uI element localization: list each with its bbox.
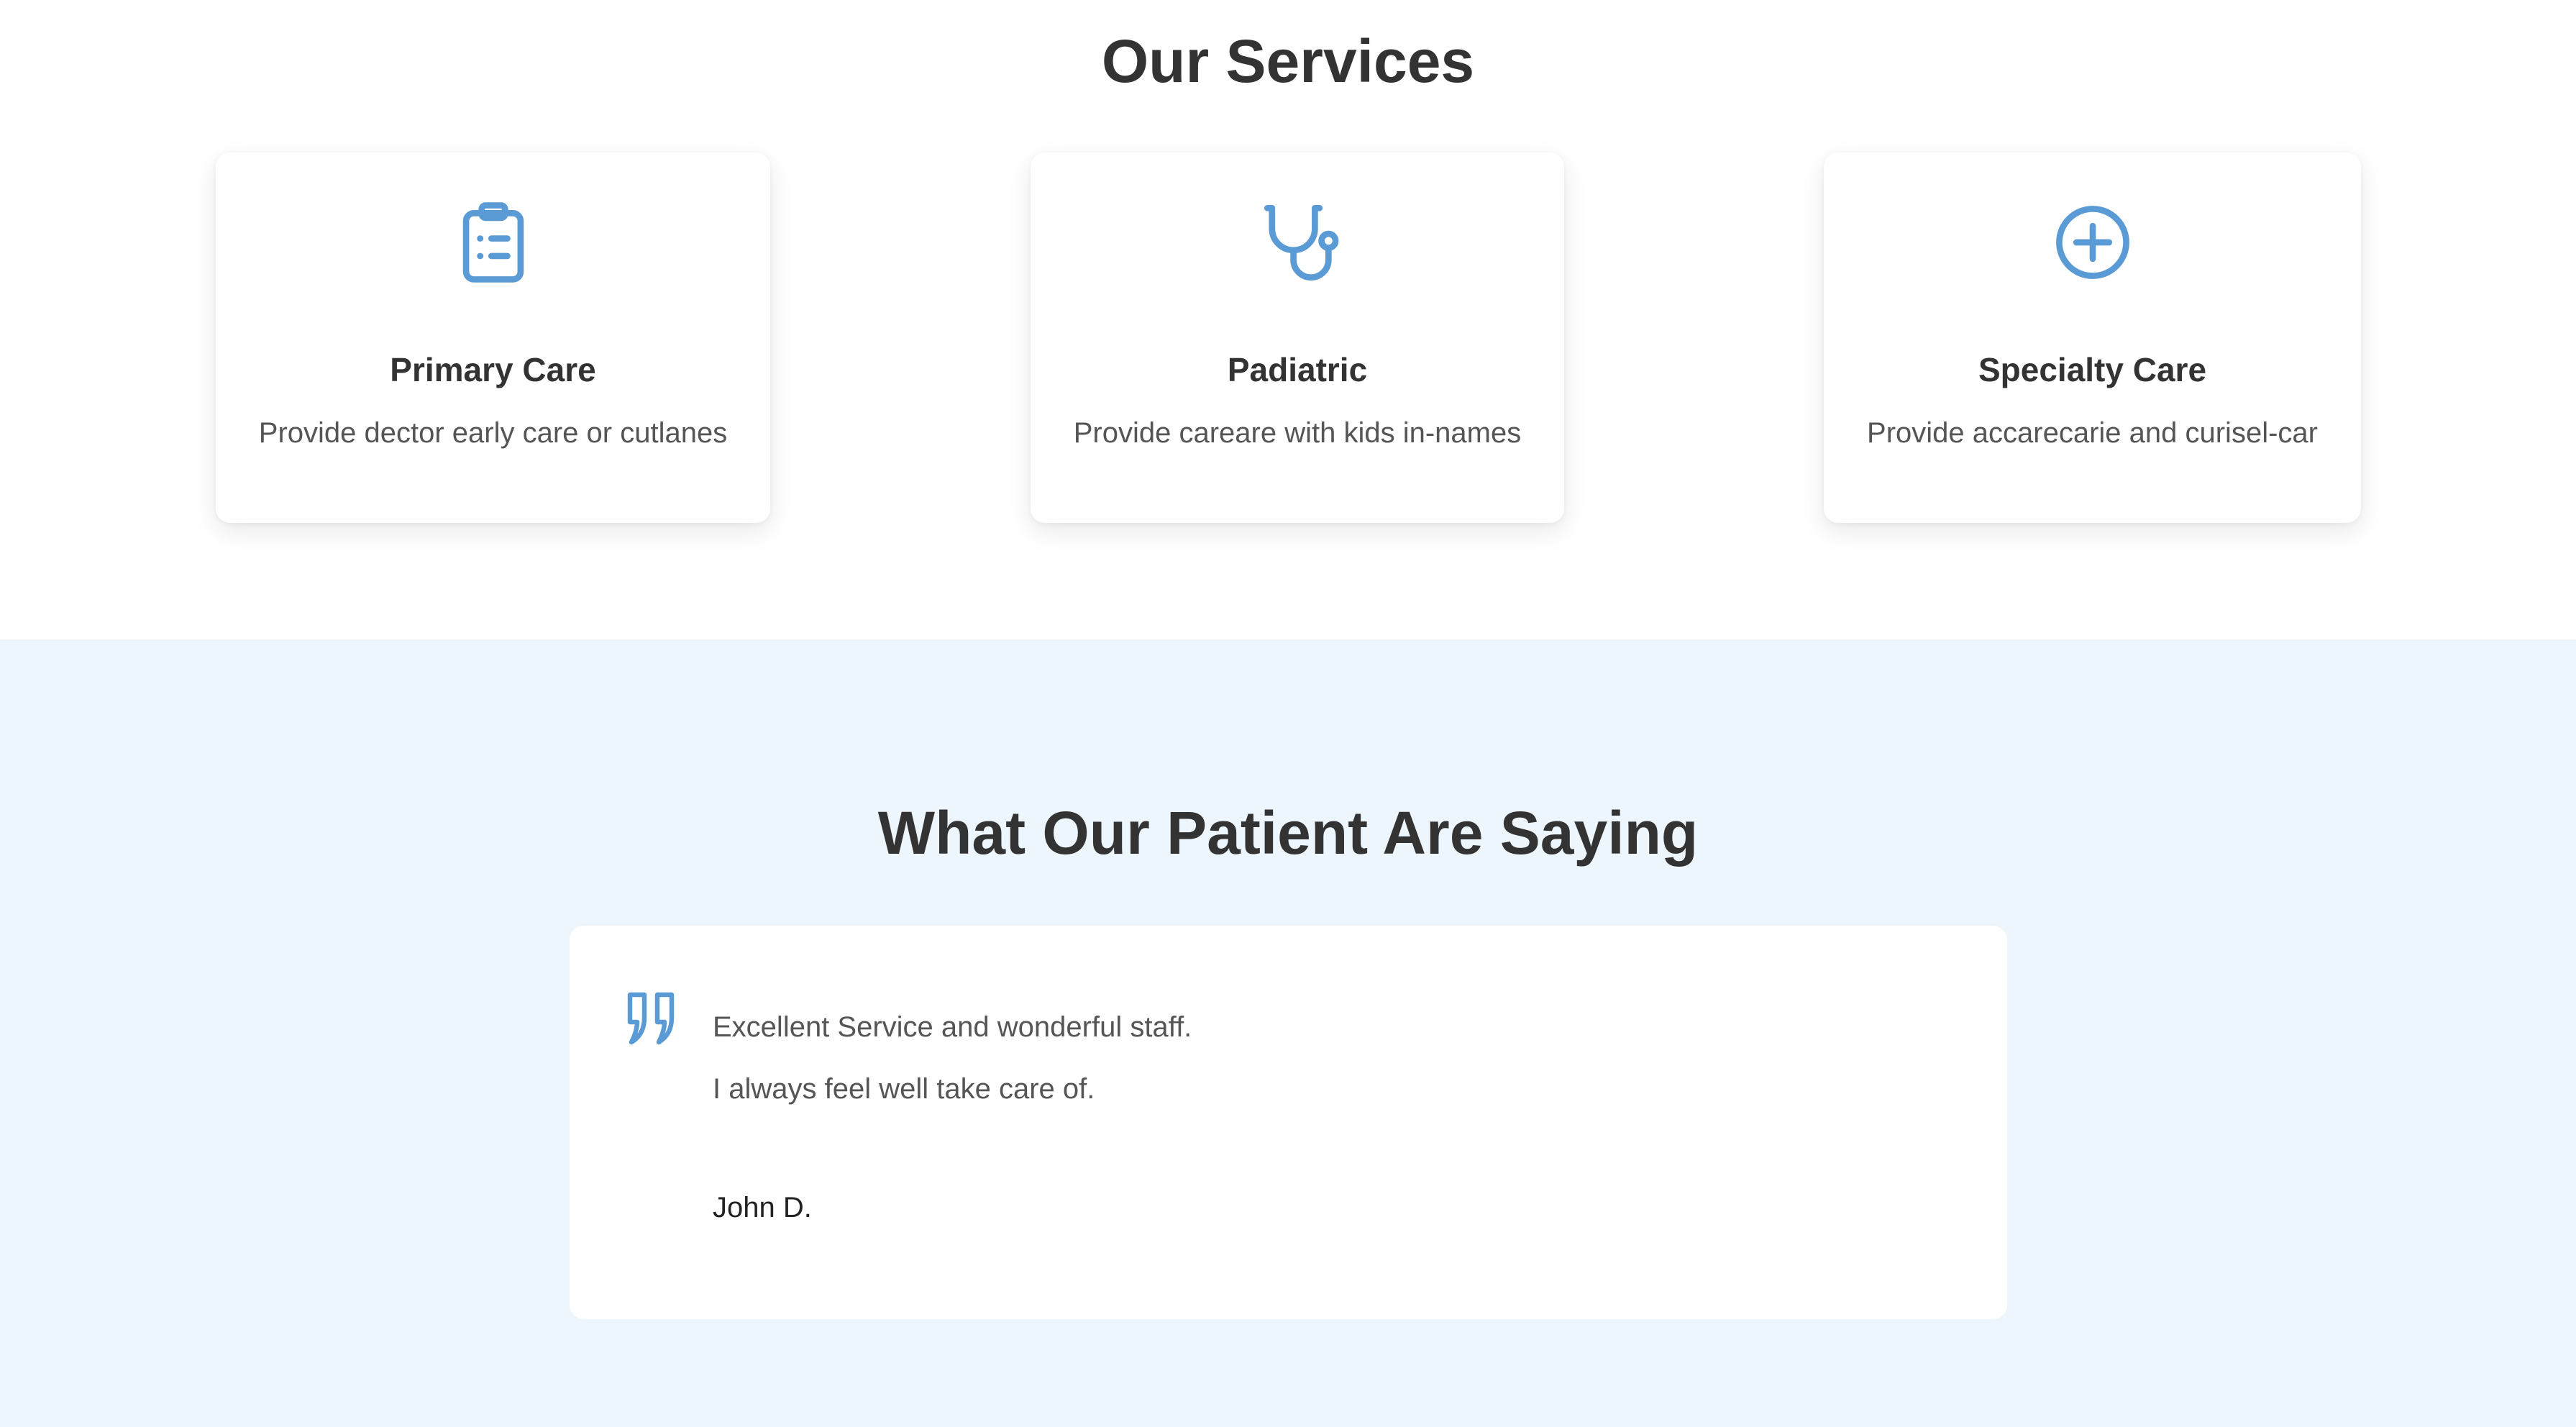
testimonial-quote-line: I always feel well take care of. [713, 1073, 1095, 1105]
service-card-description: Provide accarecarie and curisel-car [1867, 417, 2318, 449]
testimonials-heading: What Our Patient Are Saying [877, 799, 1699, 867]
testimonial-author: John D. [713, 1192, 812, 1223]
clipboard-list-icon [447, 196, 540, 289]
service-card-specialty-care[interactable]: Specialty Care Provide accarecarie and c… [1824, 152, 2361, 523]
service-card-title: Specialty Care [1978, 351, 2207, 388]
service-card-title: Padiatric [1227, 351, 1368, 388]
quote-icon [626, 989, 680, 1047]
plus-circle-icon [2046, 196, 2139, 289]
service-card-title: Primary Care [390, 351, 596, 388]
service-card-description: Provide careare with kids in-names [1073, 417, 1522, 449]
testimonial-card: Excellent Service and wonderful staff. I… [570, 926, 2007, 1319]
services-heading: Our Services [1101, 27, 1475, 95]
testimonials-section: What Our Patient Are Saying Excellent Se… [0, 639, 2576, 1427]
testimonial-quote-line: Excellent Service and wonderful staff. [713, 1011, 1192, 1043]
service-card-primary-care[interactable]: Primary Care Provide dector early care o… [216, 152, 770, 523]
services-section: Our Services Primary Care Provide dector… [0, 0, 2576, 639]
service-card-padiatric[interactable]: Padiatric Provide careare with kids in-n… [1031, 152, 1564, 523]
service-card-description: Provide dector early care or cutlanes [258, 417, 728, 449]
stethoscope-icon [1251, 196, 1344, 289]
